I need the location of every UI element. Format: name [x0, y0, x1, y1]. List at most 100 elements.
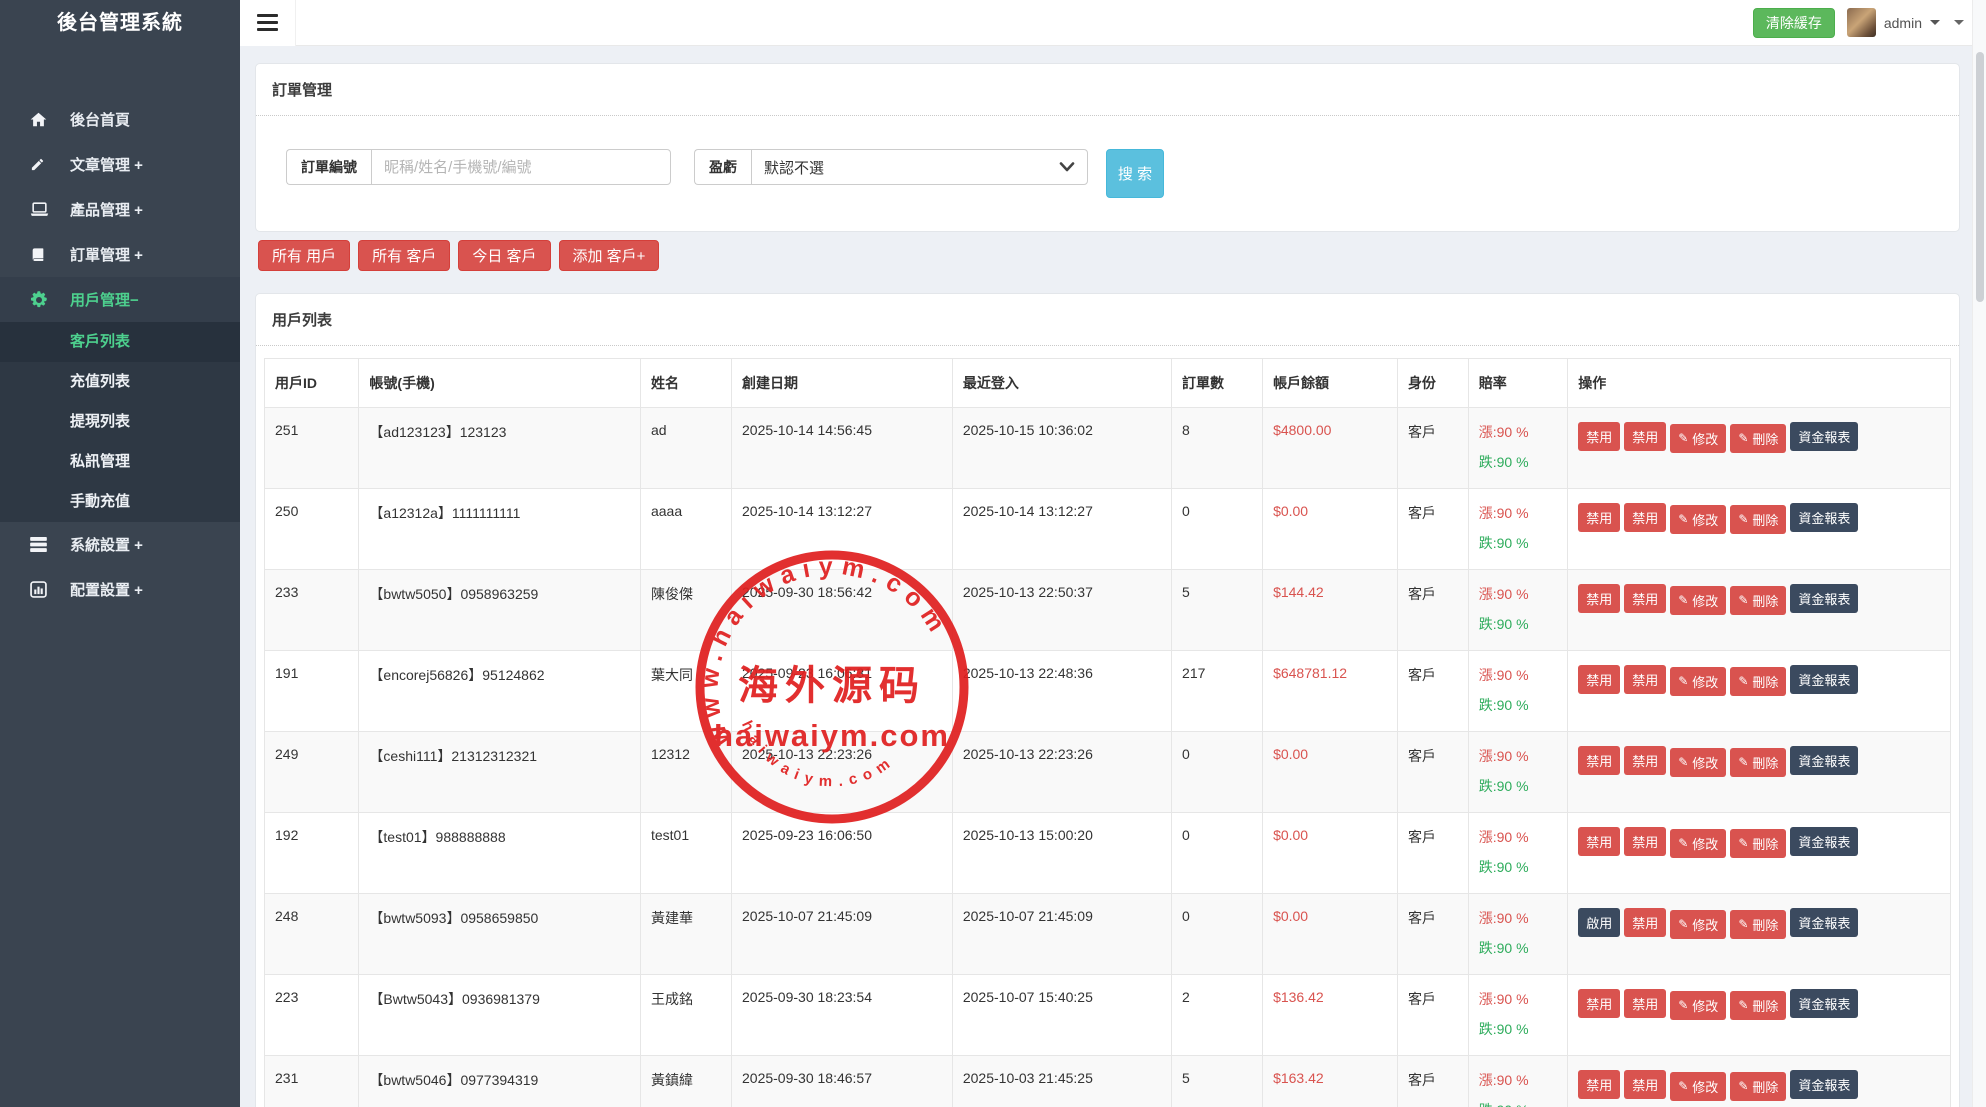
sidebar-item-users[interactable]: 用戶管理− — [0, 277, 240, 322]
rate-down: 跌:90 % — [1479, 452, 1557, 472]
report-button[interactable]: 資金報表 — [1790, 827, 1858, 856]
disable-button[interactable]: 禁用 — [1578, 746, 1620, 775]
clear-cache-button[interactable]: 清除緩存 — [1753, 8, 1835, 38]
disable-button[interactable]: 禁用 — [1578, 827, 1620, 856]
created-date-cell: 2025-09-30 18:23:54 — [732, 975, 953, 1056]
delete-button[interactable]: ✎刪除 — [1730, 991, 1786, 1020]
ban-button[interactable]: 禁用 — [1624, 665, 1666, 694]
orders-panel-title: 訂單管理 — [256, 64, 1959, 116]
profit-select[interactable]: 默認不選 — [751, 149, 1088, 185]
sidebar-item-system[interactable]: 系統設置 + — [0, 522, 240, 567]
rate-cell: 漲:90 %跌:90 % — [1468, 570, 1567, 651]
caret-down-icon[interactable] — [1954, 20, 1964, 25]
home-icon — [30, 111, 58, 128]
today-customers-button[interactable]: 今日 客戶 — [458, 240, 550, 271]
sidebar-subitem-withdraw-list[interactable]: 提現列表 — [0, 402, 240, 442]
report-button[interactable]: 資金報表 — [1790, 908, 1858, 937]
sidebar: 後台管理系統 後台首頁文章管理 +產品管理 +訂單管理 +用戶管理−客戶列表充值… — [0, 0, 240, 1107]
rate-cell: 漲:90 %跌:90 % — [1468, 732, 1567, 813]
search-button[interactable]: 搜 索 — [1106, 149, 1164, 198]
account-cell: 【test01】988888888 — [359, 813, 641, 894]
sidebar-item-config[interactable]: 配置設置 + — [0, 567, 240, 612]
balance-cell: $4800.00 — [1263, 408, 1398, 489]
column-header: 賠率 — [1468, 359, 1567, 408]
edit-button[interactable]: ✎修改 — [1670, 586, 1726, 615]
sidebar-item-label: 文章管理 + — [70, 154, 143, 175]
edit-button[interactable]: ✎修改 — [1670, 991, 1726, 1020]
delete-button[interactable]: ✎刪除 — [1730, 505, 1786, 534]
edit-button[interactable]: ✎修改 — [1670, 505, 1726, 534]
sidebar-item-products[interactable]: 產品管理 + — [0, 187, 240, 232]
delete-button[interactable]: ✎刪除 — [1730, 1072, 1786, 1101]
rate-up: 漲:90 % — [1479, 746, 1557, 766]
disable-button[interactable]: 禁用 — [1578, 503, 1620, 532]
sidebar-subitem-message-admin[interactable]: 私訊管理 — [0, 442, 240, 482]
edit-button[interactable]: ✎修改 — [1670, 910, 1726, 939]
report-button[interactable]: 資金報表 — [1790, 989, 1858, 1018]
disable-button[interactable]: 禁用 — [1578, 422, 1620, 451]
sidebar-item-orders[interactable]: 訂單管理 + — [0, 232, 240, 277]
sidebar-subitem-manual-recharge[interactable]: 手動充值 — [0, 482, 240, 522]
report-button[interactable]: 資金報表 — [1790, 584, 1858, 613]
disable-button[interactable]: 禁用 — [1578, 1070, 1620, 1099]
ban-button[interactable]: 禁用 — [1624, 503, 1666, 532]
delete-button[interactable]: ✎刪除 — [1730, 424, 1786, 453]
balance-cell: $144.42 — [1263, 570, 1398, 651]
delete-button[interactable]: ✎刪除 — [1730, 748, 1786, 777]
sidebar-item-articles[interactable]: 文章管理 + — [0, 142, 240, 187]
profit-group: 盈虧 默認不選 — [694, 149, 1088, 185]
report-button[interactable]: 資金報表 — [1790, 1070, 1858, 1099]
user-id-cell: 248 — [265, 894, 359, 975]
order-count-cell: 0 — [1172, 489, 1263, 570]
ban-button[interactable]: 禁用 — [1624, 908, 1666, 937]
ban-button[interactable]: 禁用 — [1624, 584, 1666, 613]
order-search-input[interactable] — [371, 149, 671, 185]
created-date-cell: 2025-10-14 14:56:45 — [732, 408, 953, 489]
sidebar-subitem-customer-list[interactable]: 客戶列表 — [0, 322, 240, 362]
role-cell: 客戶 — [1397, 732, 1468, 813]
gears-icon — [30, 291, 58, 309]
edit-button[interactable]: ✎修改 — [1670, 424, 1726, 453]
users-panel-title: 用戶列表 — [256, 294, 1959, 346]
all-users-button[interactable]: 所有 用戶 — [258, 240, 350, 271]
delete-button[interactable]: ✎刪除 — [1730, 910, 1786, 939]
order-count-cell: 0 — [1172, 813, 1263, 894]
ban-button[interactable]: 禁用 — [1624, 989, 1666, 1018]
sidebar-subitem-recharge-list[interactable]: 充值列表 — [0, 362, 240, 402]
quick-buttons-row: 所有 用戶所有 客戶今日 客戶添加 客戶+ — [258, 240, 1960, 271]
enable-button[interactable]: 啟用 — [1578, 908, 1620, 937]
edit-button[interactable]: ✎修改 — [1670, 1072, 1726, 1101]
delete-button[interactable]: ✎刪除 — [1730, 586, 1786, 615]
account-cell: 【encorej56826】95124862 — [359, 651, 641, 732]
edit-button[interactable]: ✎修改 — [1670, 748, 1726, 777]
ban-button[interactable]: 禁用 — [1624, 1070, 1666, 1099]
ban-button[interactable]: 禁用 — [1624, 827, 1666, 856]
ban-button[interactable]: 禁用 — [1624, 422, 1666, 451]
edit-button[interactable]: ✎修改 — [1670, 667, 1726, 696]
ban-button[interactable]: 禁用 — [1624, 746, 1666, 775]
disable-button[interactable]: 禁用 — [1578, 989, 1620, 1018]
last-login-cell: 2025-10-15 10:36:02 — [952, 408, 1171, 489]
report-button[interactable]: 資金報表 — [1790, 746, 1858, 775]
user-menu[interactable]: admin — [1847, 8, 1940, 37]
account-cell: 【bwtw5050】0958963259 — [359, 570, 641, 651]
all-customers-button[interactable]: 所有 客戶 — [358, 240, 450, 271]
disable-button[interactable]: 禁用 — [1578, 665, 1620, 694]
column-header: 用戶ID — [265, 359, 359, 408]
report-button[interactable]: 資金報表 — [1790, 503, 1858, 532]
edit-button[interactable]: ✎修改 — [1670, 829, 1726, 858]
rate-down: 跌:90 % — [1479, 938, 1557, 958]
caret-down-icon — [1930, 20, 1940, 25]
user-id-cell: 233 — [265, 570, 359, 651]
menu-toggle-button[interactable] — [240, 0, 296, 46]
pencil-icon: ✎ — [1738, 513, 1748, 525]
report-button[interactable]: 資金報表 — [1790, 665, 1858, 694]
report-button[interactable]: 資金報表 — [1790, 422, 1858, 451]
scrollbar[interactable] — [1972, 0, 1986, 1107]
sidebar-item-home[interactable]: 後台首頁 — [0, 97, 240, 142]
disable-button[interactable]: 禁用 — [1578, 584, 1620, 613]
delete-button[interactable]: ✎刪除 — [1730, 667, 1786, 696]
add-customer-button[interactable]: 添加 客戶+ — [559, 240, 660, 271]
scrollbar-thumb[interactable] — [1976, 52, 1984, 302]
delete-button[interactable]: ✎刪除 — [1730, 829, 1786, 858]
